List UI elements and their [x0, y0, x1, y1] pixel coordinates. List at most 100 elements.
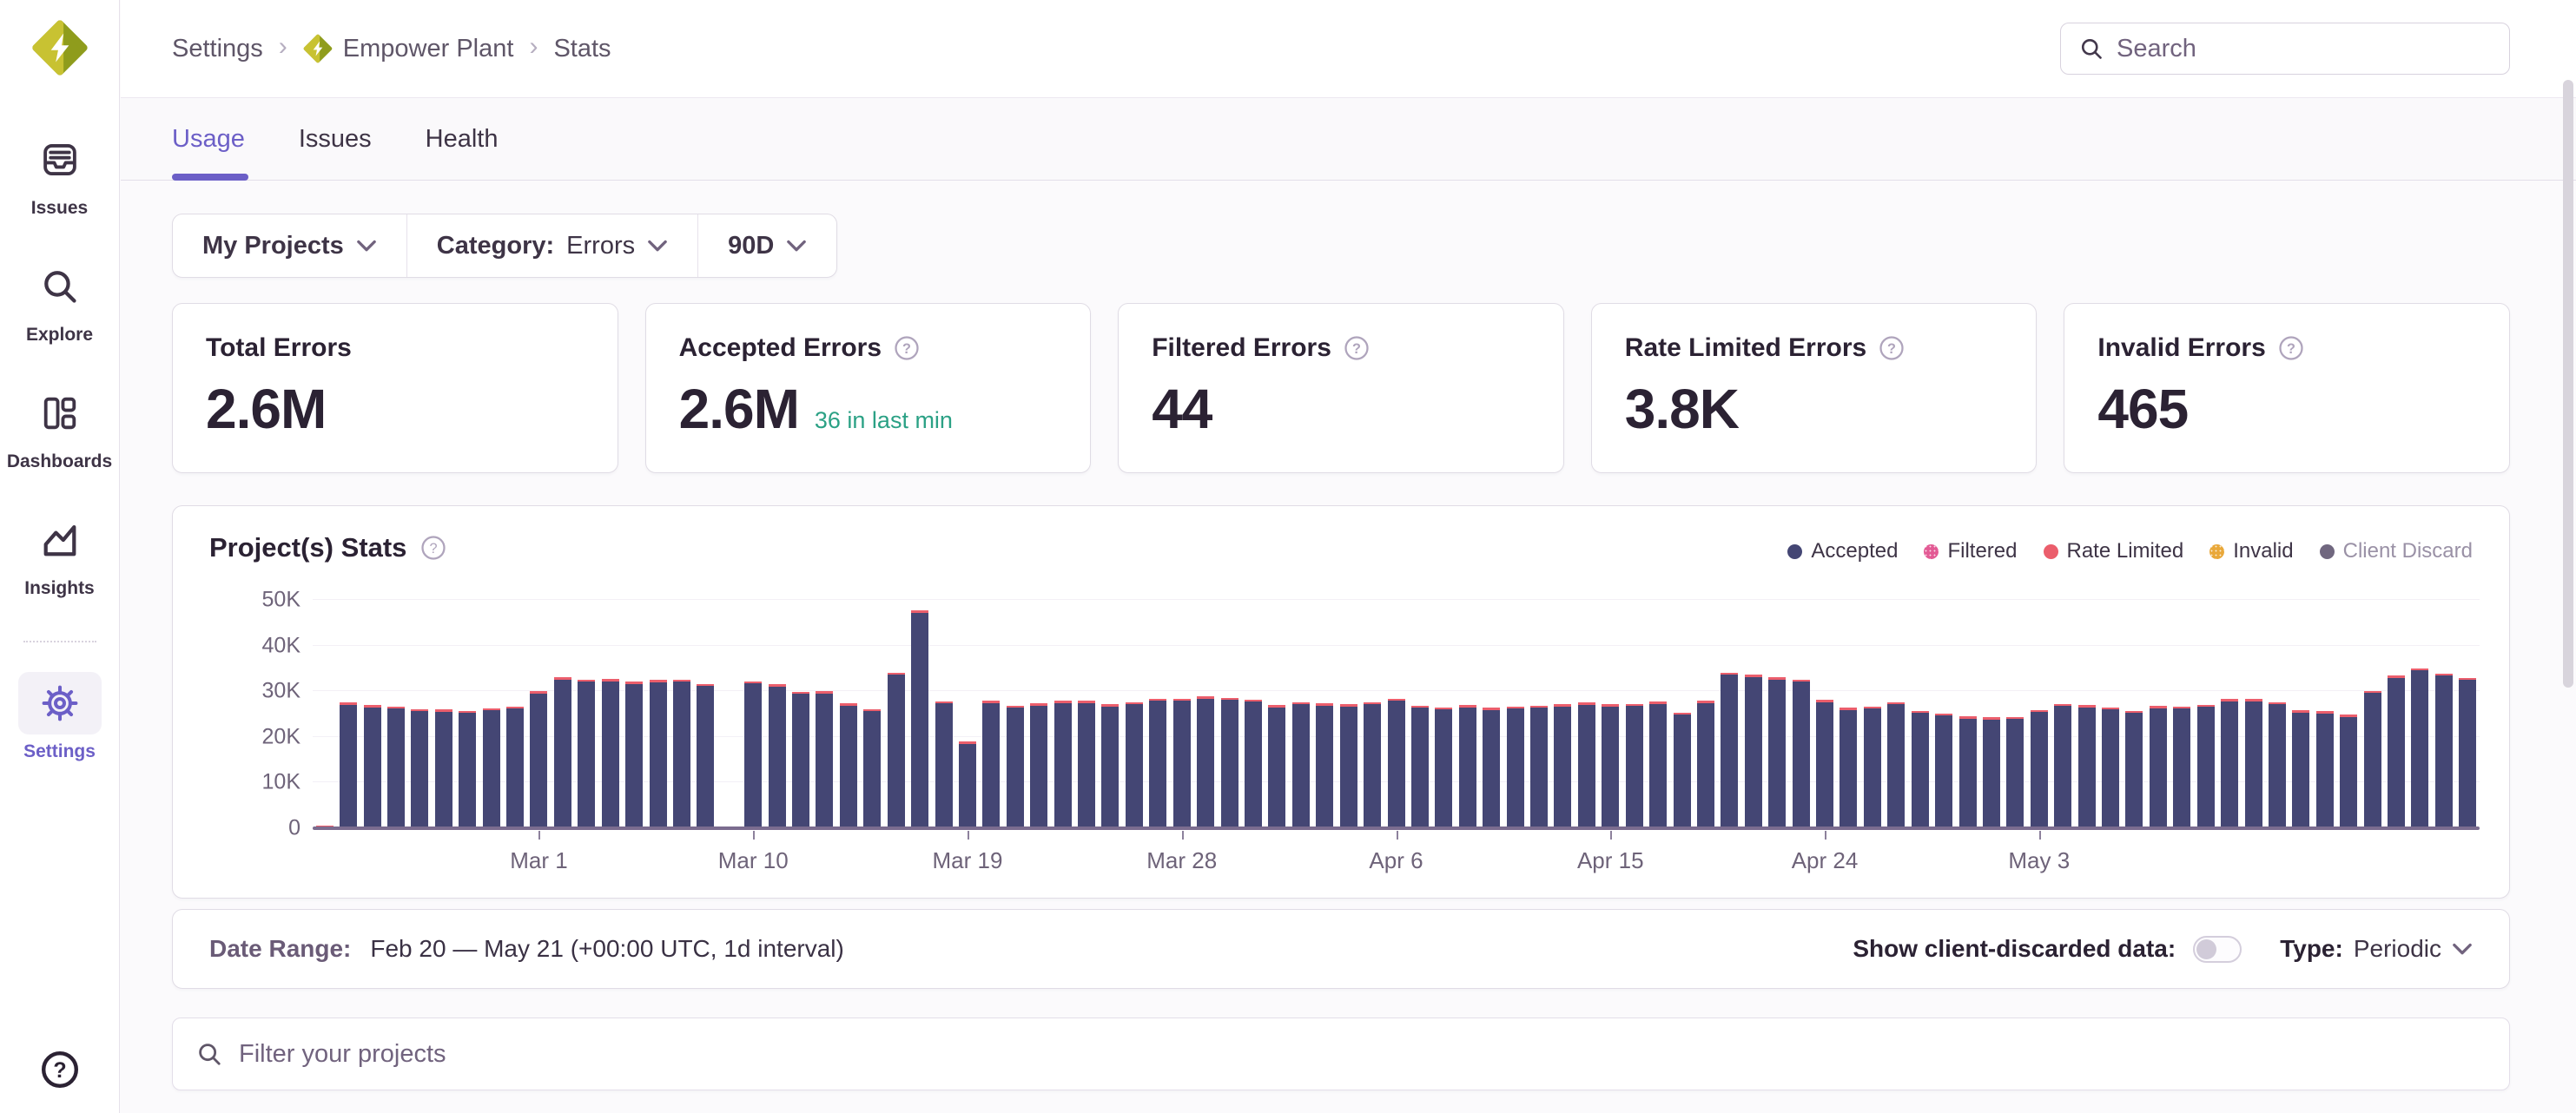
chart-bar-accepted-segment	[1912, 713, 1929, 828]
sidebar-item-dashboards[interactable]: Dashboards	[0, 382, 119, 472]
question-circle-icon[interactable]	[2278, 335, 2304, 361]
sidebar-item-insights[interactable]: Insights	[0, 509, 119, 599]
gridline	[313, 599, 2480, 600]
chart-bar-accepted-segment	[2102, 709, 2119, 828]
chart-bar-accepted-segment	[1340, 707, 1357, 828]
tab-health[interactable]: Health	[426, 98, 499, 180]
chart-bar-accepted-segment	[1149, 701, 1166, 828]
category-dropdown[interactable]: Category: Errors	[406, 214, 697, 277]
scrollbar-thumb[interactable]	[2563, 80, 2573, 688]
global-search[interactable]	[2060, 23, 2510, 75]
topbar: Settings › Empower Plant › Stats	[121, 0, 2576, 97]
chart-bar	[982, 701, 1000, 828]
bar-chart-plot: 010K20K30K40K50KMar 1Mar 10Mar 19Mar 28A…	[313, 594, 2480, 828]
stat-card-accepted-errors: Accepted Errors 2.6M 36 in last min	[645, 303, 1092, 473]
chart-bar-accepted-segment	[1435, 709, 1452, 828]
chart-bar	[888, 673, 905, 828]
chart-title: Project(s) Stats	[209, 532, 406, 563]
chart-bar	[2197, 705, 2215, 828]
sidebar-item-label: Dashboards	[7, 451, 112, 472]
chart-bar-accepted-segment	[2221, 701, 2238, 828]
legend-item-invalid[interactable]: Invalid	[2209, 539, 2293, 563]
breadcrumb-project[interactable]: Empower Plant	[303, 34, 514, 63]
chart-bar	[1507, 707, 1524, 828]
client-discard-toggle[interactable]	[2193, 936, 2242, 963]
x-axis-tick	[753, 831, 755, 840]
period-dropdown[interactable]: 90D	[697, 214, 836, 277]
x-axis-line	[313, 827, 2480, 830]
x-axis-tick	[1610, 831, 1612, 840]
chart-bar-accepted-segment	[650, 682, 667, 828]
search-input[interactable]	[2117, 35, 2492, 63]
chart-bar	[1674, 713, 1691, 828]
project-selector-dropdown[interactable]: My Projects	[173, 214, 406, 277]
tab-usage[interactable]: Usage	[172, 98, 245, 180]
chart-bar	[1530, 706, 1548, 828]
chart-bar	[2292, 710, 2309, 828]
x-axis-label: Mar 10	[718, 847, 789, 874]
chart-bar-accepted-segment	[1626, 706, 1643, 828]
legend-item-client-discard[interactable]: Client Discard	[2320, 539, 2473, 563]
chart-bar	[2364, 691, 2381, 828]
sidebar-nav: Issues Explore Dashboards Insights Setti…	[0, 128, 119, 799]
chart-bar	[1578, 702, 1595, 828]
legend-item-accepted[interactable]: Accepted	[1787, 539, 1898, 563]
org-logo-icon[interactable]	[31, 19, 89, 76]
chart-bar	[1149, 699, 1166, 828]
chart-bar-accepted-segment	[1030, 706, 1047, 828]
project-filter-input[interactable]	[239, 1040, 2487, 1069]
sidebar-item-explore[interactable]: Explore	[0, 255, 119, 346]
chart-bar	[483, 708, 500, 828]
chart-bar	[744, 682, 762, 828]
question-circle-icon[interactable]	[420, 535, 446, 561]
x-axis-label: Apr 6	[1369, 847, 1423, 874]
chart-bar-accepted-segment	[1768, 680, 1786, 828]
question-circle-icon[interactable]	[1879, 335, 1905, 361]
legend-dot	[1787, 544, 1802, 559]
tab-issues[interactable]: Issues	[299, 98, 372, 180]
stat-card-title: Invalid Errors	[2097, 333, 2265, 363]
chart-bar	[2316, 711, 2334, 828]
chart-bar	[554, 677, 571, 828]
question-circle-icon[interactable]	[894, 335, 920, 361]
insights-chart-icon	[18, 509, 102, 571]
stat-card-live-rate: 36 in last min	[815, 407, 953, 434]
chart-bar-accepted-segment	[2411, 670, 2428, 828]
chart-bar-accepted-segment	[2435, 675, 2453, 828]
date-range-value: Feb 20 — May 21 (+00:00 UTC, 1d interval…	[370, 935, 843, 963]
help-button[interactable]	[39, 1049, 81, 1090]
chart-bar	[1268, 705, 1285, 828]
chart-bar	[792, 692, 809, 828]
breadcrumb-settings[interactable]: Settings	[172, 35, 263, 63]
chart-bar	[1340, 704, 1357, 828]
chart-bar	[1292, 702, 1310, 828]
chart-bar	[1887, 702, 1905, 828]
stat-card-value: 2.6M	[679, 377, 799, 441]
chart-bar-accepted-segment	[1649, 704, 1667, 828]
chart-bar	[2388, 675, 2405, 828]
chart-bar-accepted-segment	[1602, 707, 1619, 828]
legend-item-rate-limited[interactable]: Rate Limited	[2044, 539, 2184, 563]
chart-bar-accepted-segment	[1054, 703, 1072, 828]
project-filter-search[interactable]	[172, 1018, 2510, 1090]
chart-bar-accepted-segment	[435, 712, 452, 828]
chart-bar-accepted-segment	[2316, 714, 2334, 828]
client-discard-toggle-label: Show client-discarded data:	[1853, 935, 2176, 963]
sidebar-item-settings[interactable]: Settings	[0, 672, 119, 762]
type-dropdown[interactable]: Type: Periodic	[2280, 935, 2473, 963]
x-axis-tick	[538, 831, 540, 840]
chart-bar-accepted-segment	[1007, 708, 1024, 828]
question-circle-icon[interactable]	[1344, 335, 1370, 361]
chart-bar	[2411, 668, 2428, 828]
chart-bar-accepted-segment	[1507, 708, 1524, 828]
y-axis-label: 50K	[222, 588, 301, 613]
sidebar-item-issues[interactable]: Issues	[0, 128, 119, 219]
legend-item-filtered[interactable]: Filtered	[1924, 539, 2017, 563]
chart-bar-accepted-segment	[1126, 704, 1143, 828]
x-axis-label: Mar 28	[1146, 847, 1217, 874]
chart-bar-accepted-segment	[2292, 713, 2309, 828]
chart-bar-accepted-segment	[2388, 678, 2405, 828]
filter-bar: My Projects Category: Errors 90D	[172, 214, 837, 278]
chart-legend: Accepted Filtered Rate Limited Invalid C…	[1787, 539, 2473, 563]
stat-card-title: Total Errors	[206, 333, 352, 363]
